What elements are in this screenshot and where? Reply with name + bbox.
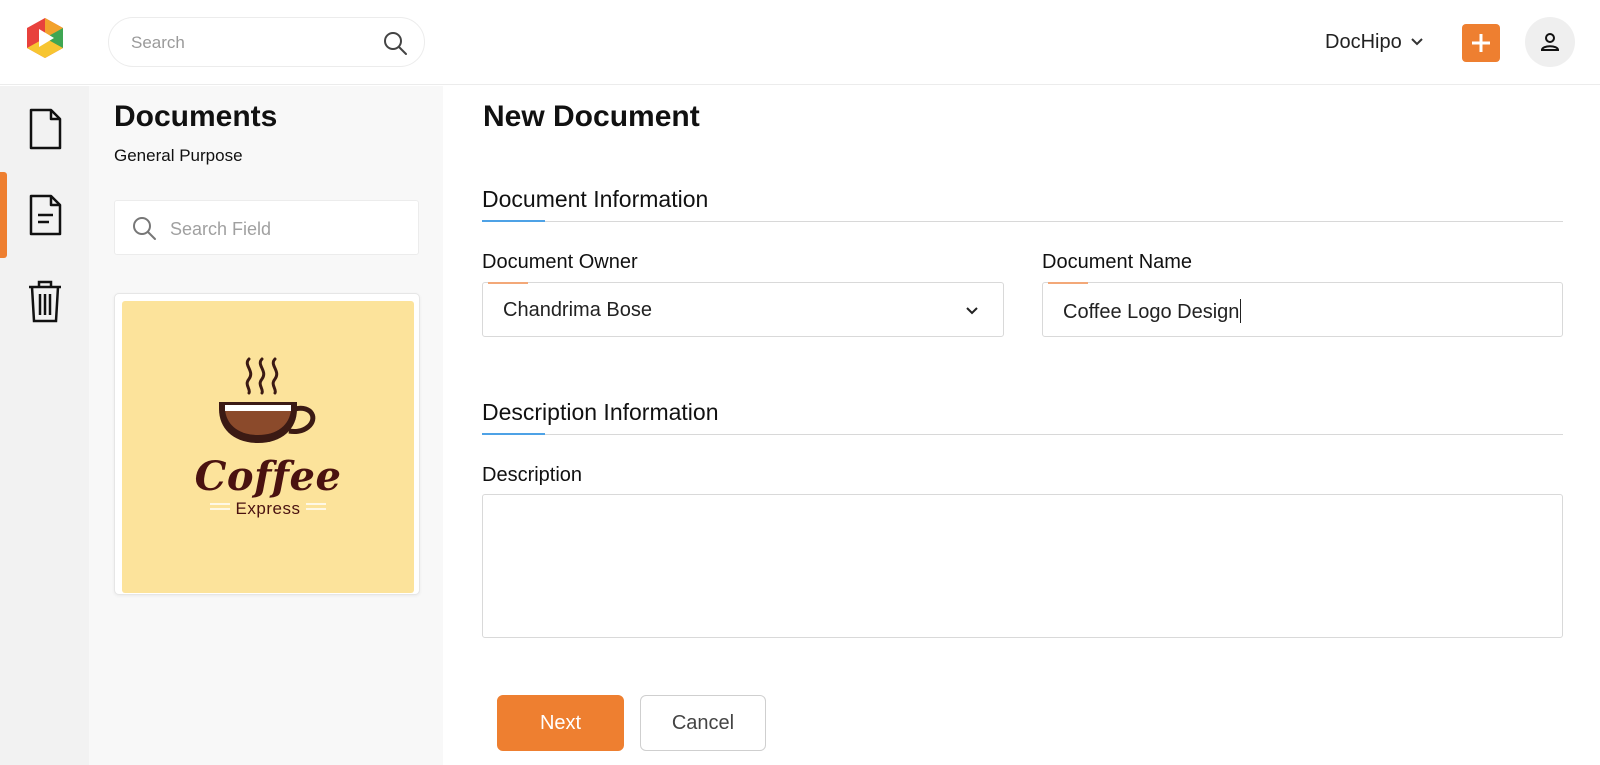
search-icon — [131, 215, 157, 241]
document-name-field[interactable]: Coffee Logo Design — [1042, 282, 1563, 337]
description-label: Description — [482, 464, 583, 486]
owner-label: Document Owner — [482, 251, 638, 273]
documents-panel: Documents General Purpose Search Field C… — [89, 86, 443, 765]
input-accent — [1048, 282, 1088, 284]
search-icon[interactable] — [382, 30, 408, 56]
template-card[interactable]: Coffee Express — [114, 293, 420, 595]
section-divider — [482, 434, 1563, 435]
owner-select[interactable]: Chandrima Bose — [482, 282, 1004, 337]
name-label: Document Name — [1042, 251, 1193, 273]
field-search[interactable]: Search Field — [114, 200, 419, 255]
account-menu[interactable]: DocHipo — [1325, 28, 1424, 56]
decorative-lines-icon — [210, 503, 230, 510]
section-accent — [482, 433, 545, 435]
trash-icon — [28, 280, 61, 323]
template-subtitle: Express — [235, 499, 301, 518]
coffee-cup-icon — [219, 357, 316, 443]
add-button[interactable] — [1462, 24, 1500, 62]
section-divider — [482, 221, 1563, 222]
user-icon — [1540, 33, 1560, 51]
top-bar: Search DocHipo — [0, 0, 1600, 85]
description-textarea[interactable] — [482, 494, 1563, 638]
dochipo-logo-icon[interactable] — [22, 15, 68, 61]
template-title: Coffee — [194, 453, 342, 500]
owner-value[interactable]: Chandrima Bose — [503, 299, 652, 322]
section-title-document-information: Document Information — [482, 186, 709, 212]
next-button[interactable]: Next — [497, 695, 624, 751]
avatar[interactable] — [1525, 17, 1575, 67]
rail-item-templates[interactable] — [0, 172, 89, 258]
rail-item-documents[interactable] — [0, 86, 89, 172]
template-thumbnail[interactable]: Coffee Express — [122, 301, 414, 593]
global-search[interactable]: Search — [108, 17, 425, 67]
section-accent — [482, 220, 545, 222]
chevron-down-icon[interactable] — [1410, 35, 1424, 49]
input-accent — [488, 282, 528, 284]
section-title-description-information: Description Information — [482, 399, 719, 425]
text-caret — [1240, 299, 1242, 323]
document-name-input[interactable]: Coffee Logo Design — [1063, 299, 1242, 324]
panel-title: Documents — [114, 100, 278, 133]
left-rail — [0, 86, 89, 765]
search-input[interactable]: Search — [131, 33, 185, 53]
document-lines-icon — [29, 194, 61, 236]
chevron-down-icon[interactable] — [965, 304, 979, 318]
account-name[interactable]: DocHipo — [1325, 31, 1402, 54]
document-icon — [29, 108, 61, 150]
page-title: New Document — [483, 100, 700, 133]
rail-item-trash[interactable] — [0, 258, 89, 344]
cancel-button[interactable]: Cancel — [640, 695, 766, 751]
panel-subtitle: General Purpose — [114, 146, 243, 165]
decorative-lines-icon — [306, 503, 326, 510]
plus-icon — [1472, 34, 1490, 52]
field-search-input[interactable]: Search Field — [170, 219, 271, 240]
